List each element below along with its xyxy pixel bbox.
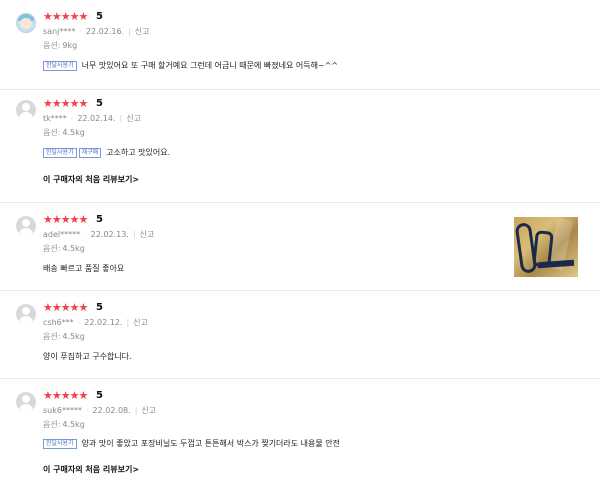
review-list: ★★★★★ 5 sanj**** · 22.02.16. | 신고 옵션: 9kg 한달사… xyxy=(0,0,600,482)
divider xyxy=(0,89,600,90)
chevron-right-icon: > xyxy=(132,465,140,474)
user-avatar-icon xyxy=(16,100,36,120)
star-icon: ★★★★★ xyxy=(43,10,88,23)
purchase-option: 옵션: 4.5kg xyxy=(43,244,85,253)
rating-score: 5 xyxy=(96,98,103,109)
star-rating: ★★★★★ xyxy=(43,389,88,402)
review-tag: 한달사용기 xyxy=(43,61,77,71)
star-rating: ★★★★★ xyxy=(43,97,88,110)
review-text-row: 양이 푸짐하고 구수합니다. xyxy=(43,351,132,364)
review-tag: 재구매 xyxy=(78,148,102,158)
review-meta: csh6*** · 22.02.12. | 신고 xyxy=(43,318,148,327)
purchase-option: 옵션: 4.5kg xyxy=(43,420,85,429)
first-review-link[interactable]: 이 구매자의 처음 리뷰보기> xyxy=(43,465,139,475)
user-avatar-icon xyxy=(16,392,36,412)
review-date: 22.02.14. xyxy=(77,114,116,123)
review-date: 22.02.13. xyxy=(90,230,129,239)
purchase-option: 옵션: 4.5kg xyxy=(43,332,85,341)
reviewer-id: suk6***** xyxy=(43,406,82,415)
reviewer-id: adel***** xyxy=(43,230,81,239)
report-link[interactable]: 신고 xyxy=(141,406,156,415)
chevron-right-icon: > xyxy=(132,175,140,184)
reviewer-id: sanj**** xyxy=(43,27,76,36)
star-icon: ★★★★★ xyxy=(43,97,88,110)
report-link[interactable]: 신고 xyxy=(140,230,155,239)
user-avatar-icon xyxy=(16,304,36,324)
star-rating: ★★★★★ xyxy=(43,213,88,226)
review-text-row: 한달사용기 양과 맛이 좋았고 포장비닐도 두껍고 튼튼해서 박스가 찢기더라도 … xyxy=(43,438,340,451)
star-icon: ★★★★★ xyxy=(43,213,88,226)
review-tag: 한달사용기 xyxy=(43,439,77,449)
review-text: 고소하고 맛있어요. xyxy=(106,148,171,157)
review-date: 22.02.16. xyxy=(85,27,125,36)
review-date: 22.02.08. xyxy=(92,406,131,415)
divider xyxy=(0,378,600,379)
review-text: 너무 맛있어요 또 구매 할거예요 그런데 어금니 때문에 빠졌네요 어득해~^… xyxy=(81,61,339,70)
purchase-option: 옵션: 9kg xyxy=(43,41,78,50)
divider xyxy=(0,290,600,291)
reviewer-id: tk**** xyxy=(43,114,67,123)
first-review-link[interactable]: 이 구매자의 처음 리뷰보기> xyxy=(43,175,139,185)
review-meta: tk**** · 22.02.14. | 신고 xyxy=(43,114,141,123)
review-text-row: 한달사용기 재구매 고소하고 맛있어요. xyxy=(43,147,170,160)
review-date: 22.02.12. xyxy=(84,318,123,327)
report-link[interactable]: 신고 xyxy=(126,114,141,123)
review-tag: 한달사용기 xyxy=(43,148,77,158)
rating-score: 5 xyxy=(96,214,103,225)
review-meta: sanj**** · 22.02.16. | 신고 xyxy=(43,27,150,36)
report-link[interactable]: 신고 xyxy=(135,27,150,36)
star-icon: ★★★★★ xyxy=(43,301,88,314)
review-text-row: 배송 빠르고 품질 좋아요 xyxy=(43,263,124,276)
star-rating: ★★★★★ xyxy=(43,301,88,314)
reviewer-id: csh6*** xyxy=(43,318,74,327)
review-photo-thumbnail[interactable] xyxy=(514,217,578,277)
review-text: 배송 빠르고 품질 좋아요 xyxy=(43,264,125,273)
rating-score: 5 xyxy=(96,302,103,313)
rating-score: 5 xyxy=(96,11,103,22)
star-icon: ★★★★★ xyxy=(43,389,88,402)
review-meta: adel***** · 22.02.13. | 신고 xyxy=(43,230,155,239)
report-link[interactable]: 신고 xyxy=(133,318,148,327)
divider xyxy=(0,202,600,203)
review-meta: suk6***** · 22.02.08. | 신고 xyxy=(43,406,157,415)
review-text: 양과 맛이 좋았고 포장비닐도 두껍고 튼튼해서 박스가 찢기더라도 내용물 안… xyxy=(81,439,341,448)
rating-score: 5 xyxy=(96,390,103,401)
star-rating: ★★★★★ xyxy=(43,10,88,23)
review-text-row: 한달사용기 너무 맛있어요 또 구매 할거예요 그런데 어금니 때문에 빠졌네요 … xyxy=(43,60,338,73)
review-text: 양이 푸짐하고 구수합니다. xyxy=(43,352,132,361)
purchase-option: 옵션: 4.5kg xyxy=(43,128,85,137)
user-avatar-icon xyxy=(16,13,36,33)
user-avatar-icon xyxy=(16,216,36,236)
